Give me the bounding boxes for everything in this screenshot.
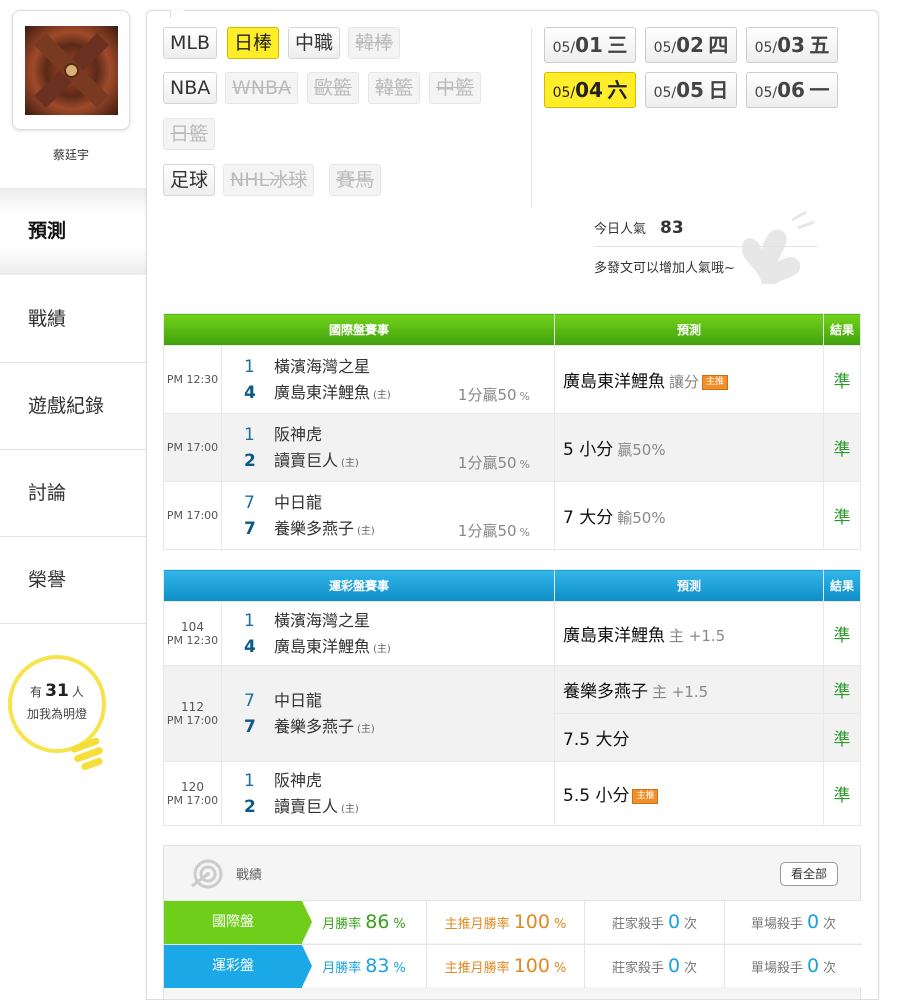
column-header: 運彩盤賽事 [163,569,555,602]
league-tab[interactable]: 日籃 [163,118,216,150]
league-tab[interactable]: MLB [163,27,218,59]
sidebar: 蔡廷宇 預測 戰績 遊戲紀錄 討論 榮譽 有 31 人 加我為明燈 [0,0,146,1000]
date-button-selected[interactable]: 05/04 六 [544,72,636,108]
game-time: PM 17:00 [163,481,222,550]
table-row: 112 PM 17:00 7 中日龍 7 養樂多燕子 (主) 養樂多燕子主 +1.5 準 [163,665,861,762]
target-icon [191,859,223,889]
top-pick-badge: 主推 [702,374,729,390]
follow-cta[interactable]: 加我為明燈 [12,705,102,722]
panel-notch [170,10,184,18]
league-tab[interactable]: 賽馬 [329,164,382,196]
column-header: 預測 [554,313,824,346]
column-header: 預測 [554,569,824,602]
prediction: 7 大分 輸50% [554,481,824,550]
league-tab[interactable]: 中籃 [429,72,482,104]
monthly-rate: 月勝率 83% [322,955,406,977]
banker-killer: 莊家殺手 0 次 [584,945,724,988]
record-row: 運彩盤 月勝率 83% 主推月勝率 100% 莊家殺手 0 次 單場殺手 0 次 [164,944,862,988]
prediction: 廣島東洋鯉魚主 +1.5 [554,601,824,666]
single-killer: 單場殺手 0 次 [724,945,862,988]
international-table: 國際盤賽事 預測 結果 PM 12:30 1 橫濱海灣之星 4 廣島東洋鯉魚 (主) … [163,313,861,550]
result: 準 [823,345,861,414]
nav-item-predict[interactable]: 預測 [0,188,146,275]
popularity-message: 多發文可以增加人氣哦~ [594,261,735,276]
matchup: 7 中日龍 7 養樂多燕子 (主) [221,665,555,762]
game-time: PM 12:30 [163,345,222,414]
date-button[interactable]: 05/06 一 [746,72,838,108]
table-row: PM 17:00 7 中日龍 7 養樂多燕子 (主) 1分贏50% 7 大分 輸50% … [163,481,861,550]
table-row: 104 PM 12:30 1 橫濱海灣之星 4 廣島東洋鯉魚 (主) 廣島東洋鯉魚主 +… [163,601,861,666]
date-button[interactable]: 05/03 五 [746,27,838,63]
fans-count: 31 [45,681,69,701]
game-time: PM 17:00 [163,413,222,482]
table-row: PM 12:30 1 橫濱海灣之星 4 廣島東洋鯉魚 (主) 1分贏50% 廣島東洋鯉… [163,345,861,414]
prediction: 5.5 小分 主推 [554,761,824,826]
divider [594,246,818,247]
column-header: 結果 [823,569,861,602]
league-tab[interactable]: 中職 [288,27,341,59]
matchup: 1 阪神虎 2 讀賣巨人 (主) [221,761,555,826]
result: 準 [823,665,861,714]
result: 準 [823,761,861,826]
result: 準 [823,481,861,550]
prediction: 廣島東洋鯉魚 讓分 主推 [554,345,824,414]
game-info: 104 PM 12:30 [163,601,222,666]
avatar-frame[interactable] [12,10,130,130]
record-row: 國際盤 月勝率 86% 主推月勝率 100% 莊家殺手 0 次 單場殺手 0 次 [164,900,862,944]
record-label: 國際盤 [164,901,312,944]
league-tab[interactable]: 韓籃 [368,72,421,104]
lottery-table: 運彩盤賽事 預測 結果 104 PM 12:30 1 橫濱海灣之星 4 廣島東洋鯉魚(… [163,569,861,826]
monthly-rate: 月勝率 86% [322,911,406,933]
divider [531,28,532,208]
single-killer: 單場殺手 0 次 [724,901,862,944]
matchup: 1 橫濱海灣之星 4 廣島東洋鯉魚 (主) 1分贏50% [221,345,555,414]
handicap: 1分贏50% [457,522,530,540]
table-row: PM 17:00 1 阪神虎 2 讀賣巨人 (主) 1分贏50% 5 小分 贏50% 準 [163,413,861,482]
league-tab[interactable]: 韓棒 [348,27,401,59]
record-label: 運彩盤 [164,945,312,988]
prediction: 5 小分 贏50% [554,413,824,482]
matchup: 1 橫濱海灣之星 4 廣島東洋鯉魚 (主) [221,601,555,666]
league-tab[interactable]: 歐籃 [307,72,360,104]
fans-count-line: 有 31 人 [30,681,84,701]
league-tab[interactable]: 足球 [163,164,216,196]
result: 準 [823,413,861,482]
date-button[interactable]: 05/02 四 [645,27,737,63]
league-tab[interactable]: 日棒 [227,27,280,59]
handicap: 1分贏50% [457,454,530,472]
top-pick-badge: 主推 [632,788,659,804]
date-button[interactable]: 05/01 三 [544,27,636,63]
banker-killer: 莊家殺手 0 次 [584,901,724,944]
pick-monthly-rate: 主推月勝率 100% [426,901,584,944]
nav-item-honor[interactable]: 榮譽 [0,537,146,624]
prediction: 7.5 大分 [554,713,824,762]
result: 準 [823,713,861,762]
matchup: 1 阪神虎 2 讀賣巨人 (主) 1分贏50% [221,413,555,482]
table-row: 120 PM 17:00 1 阪神虎 2 讀賣巨人 (主) 5.5 小分 主推 準 [163,761,861,826]
view-all-button[interactable]: 看全部 [780,862,838,886]
column-header: 國際盤賽事 [163,313,555,346]
date-button[interactable]: 05/05 日 [645,72,737,108]
league-tab[interactable]: WNBA [225,72,299,104]
nav-item-game-log[interactable]: 遊戲紀錄 [0,363,146,450]
popularity-value: 83 [660,218,684,238]
record-title: 戰績 [236,868,263,883]
prediction: 養樂多燕子主 +1.5 [554,665,824,714]
record-panel: 戰績 看全部 國際盤 月勝率 86% 主推月勝率 100% 莊家殺手 0 次 單場殺手 0… [163,845,862,1000]
pick-monthly-rate: 主推月勝率 100% [426,945,584,988]
avatar[interactable] [25,26,118,115]
game-info: 112 PM 17:00 [163,665,222,762]
username: 蔡廷宇 [52,148,89,162]
column-header: 結果 [823,313,861,346]
matchup: 7 中日龍 7 養樂多燕子 (主) 1分贏50% [221,481,555,550]
league-tab[interactable]: NHL冰球 [223,164,315,196]
game-info: 120 PM 17:00 [163,761,222,826]
nav-item-record[interactable]: 戰績 [0,276,146,363]
league-tab[interactable]: NBA [163,72,218,104]
result: 準 [823,601,861,666]
handicap: 1分贏50% [457,386,530,404]
popularity: 今日人氣 83 [594,218,684,238]
nav-item-discussion[interactable]: 討論 [0,450,146,537]
